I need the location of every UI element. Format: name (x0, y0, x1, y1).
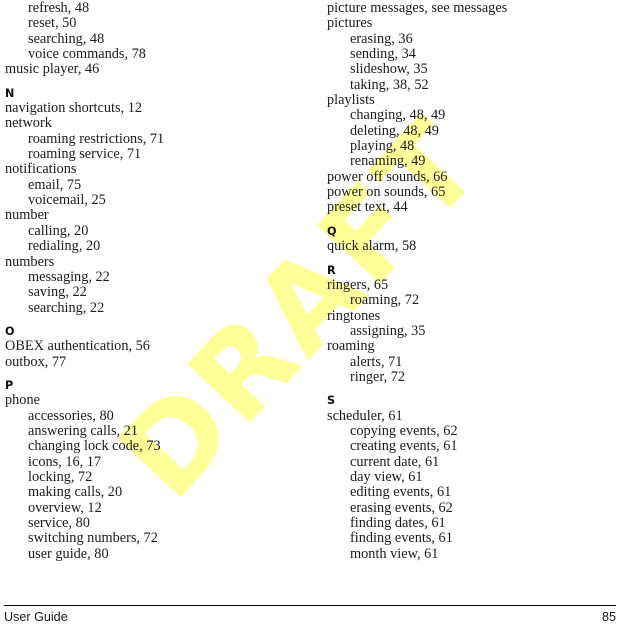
index-subentry: assigning, 35 (350, 322, 426, 339)
index-entry: outbox, 77 (5, 353, 67, 370)
index-letter-heading: O (5, 324, 15, 338)
index-subentry: finding events, 61 (350, 530, 453, 547)
index-subentry: deleting, 48, 49 (350, 122, 439, 139)
index-letter-heading: S (327, 394, 336, 408)
index-subentry: day view, 61 (350, 468, 423, 485)
index-subentry: refresh, 48 (28, 0, 90, 16)
index-columns: refresh, 48 reset, 50 searching, 48 voice c… (0, 0, 620, 610)
index-entry: numbers (5, 253, 55, 270)
index-entry: notifications (5, 161, 77, 178)
index-subentry: icons, 16, 17 (28, 453, 102, 470)
index-subentry: searching, 22 (28, 299, 105, 316)
index-subentry: creating events, 61 (350, 438, 458, 455)
index-column-left: refresh, 48 reset, 50 searching, 48 voice c… (0, 0, 310, 610)
index-subentry: sending, 34 (350, 46, 416, 63)
index-subentry: current date, 61 (350, 453, 440, 470)
index-subentry: copying events, 62 (350, 422, 458, 439)
index-subentry: reset, 50 (28, 15, 77, 32)
index-subentry: roaming service, 71 (28, 146, 142, 163)
index-entry: number (5, 207, 49, 224)
index-subentry: calling, 20 (28, 222, 89, 239)
footer-page-number: 85 (601, 610, 616, 624)
index-subentry: changing lock code, 73 (28, 438, 161, 455)
index-subentry: playing, 48 (350, 138, 415, 155)
index-entry: pictures (327, 15, 373, 32)
index-subentry: voice commands, 78 (28, 46, 146, 63)
index-entry: phone (5, 392, 40, 409)
index-subentry: service, 80 (28, 515, 90, 531)
index-subentry: alerts, 71 (350, 353, 403, 370)
index-subentry: switching numbers, 72 (28, 530, 158, 547)
index-subentry: erasing events, 62 (350, 499, 453, 516)
index-subentry: accessories, 80 (28, 407, 114, 424)
footer-divider (4, 605, 616, 606)
footer-content: User Guide 85 (4, 610, 616, 624)
index-subentry: locking, 72 (28, 468, 93, 485)
index-subentry: ringer, 72 (350, 368, 406, 385)
index-page: DRAFT refresh, 48 reset, 50 searching, 48 v… (0, 0, 620, 637)
index-entry: power on sounds, 65 (327, 184, 446, 201)
index-letter-heading: Q (327, 224, 337, 238)
index-entry: scheduler, 61 (327, 407, 403, 424)
index-subentry: overview, 12 (28, 499, 102, 516)
index-subentry: roaming restrictions, 71 (28, 130, 165, 147)
index-subentry: answering calls, 21 (28, 422, 138, 439)
index-entry: picture messages, see messages (327, 0, 508, 16)
footer-document-title: User Guide (4, 610, 68, 624)
index-subentry: making calls, 20 (28, 484, 123, 501)
index-entry: preset text, 44 (327, 199, 408, 216)
index-subentry: finding dates, 61 (350, 515, 446, 531)
index-column-right: picture messages, see messages pictures er… (310, 0, 620, 610)
index-subentry: voicemail, 25 (28, 192, 106, 209)
index-subentry: saving, 22 (28, 284, 87, 301)
index-entry: playlists (327, 92, 375, 109)
index-subentry: month view, 61 (350, 545, 439, 562)
index-entry: network (5, 115, 52, 132)
index-subentry: changing, 48, 49 (350, 107, 446, 124)
index-subentry: searching, 48 (28, 30, 105, 47)
index-entry: power off sounds, 66 (327, 168, 448, 185)
index-entry: music player, 46 (5, 61, 100, 78)
index-subentry: erasing, 36 (350, 30, 413, 47)
index-subentry: redialing, 20 (28, 238, 101, 255)
page-footer: User Guide 85 (0, 605, 620, 637)
index-subentry: user guide, 80 (28, 545, 109, 562)
index-letter-heading: R (327, 263, 336, 277)
index-subentry: editing events, 61 (350, 484, 452, 501)
index-entry: OBEX authentication, 56 (5, 338, 150, 355)
index-entry: ringers, 65 (327, 276, 389, 293)
index-subentry: slideshow, 35 (350, 61, 428, 78)
index-entry: roaming (327, 338, 375, 355)
index-entry: ringtones (327, 307, 381, 324)
index-letter-heading: P (5, 378, 14, 392)
index-subentry: email, 75 (28, 176, 82, 193)
index-entry: navigation shortcuts, 12 (5, 100, 142, 117)
index-entry: quick alarm, 58 (327, 238, 417, 255)
index-subentry: renaming, 49 (350, 153, 426, 170)
index-subentry: roaming, 72 (350, 292, 420, 309)
index-subentry: messaging, 22 (28, 268, 110, 285)
index-subentry: taking, 38, 52 (350, 76, 429, 93)
index-letter-heading: N (5, 86, 15, 100)
